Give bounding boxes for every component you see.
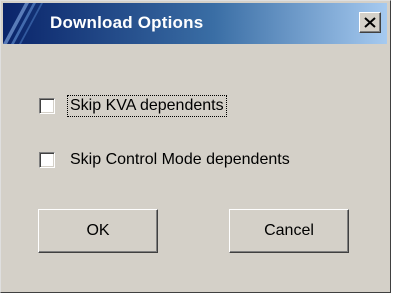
title-bar[interactable]: Download Options bbox=[3, 3, 387, 44]
close-button[interactable] bbox=[359, 12, 381, 33]
ok-button[interactable]: OK bbox=[38, 209, 158, 253]
window-title: Download Options bbox=[50, 13, 204, 32]
download-options-dialog: Download Options Skip KVA dependents Ski… bbox=[0, 0, 391, 293]
skip-kva-checkbox[interactable] bbox=[39, 98, 55, 114]
app-logo-icon bbox=[3, 3, 43, 44]
close-icon bbox=[364, 17, 376, 28]
skip-control-mode-checkbox[interactable] bbox=[39, 152, 55, 168]
skip-kva-option[interactable]: Skip KVA dependents bbox=[39, 95, 227, 117]
skip-kva-label[interactable]: Skip KVA dependents bbox=[67, 95, 227, 117]
skip-control-mode-option[interactable]: Skip Control Mode dependents bbox=[39, 149, 292, 171]
skip-control-mode-label[interactable]: Skip Control Mode dependents bbox=[68, 150, 292, 170]
cancel-button[interactable]: Cancel bbox=[229, 209, 349, 253]
